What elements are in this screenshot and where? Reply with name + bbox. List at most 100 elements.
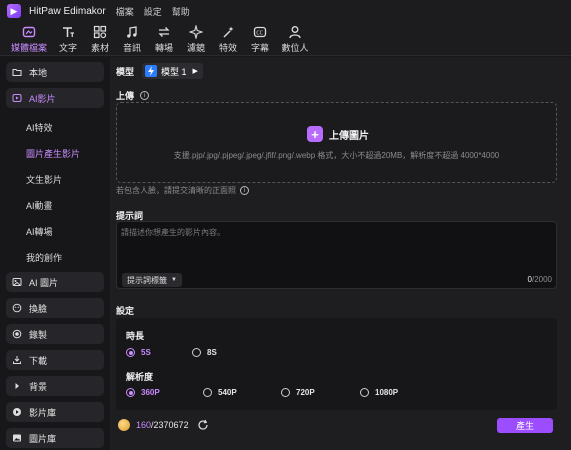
sidebar-sub-ai-animation[interactable]: AI動畫: [6, 192, 104, 218]
sidebar-item-face-swap[interactable]: 換臉: [6, 298, 104, 318]
duration-5s-radio[interactable]: 5S: [126, 348, 151, 357]
bottom-bar: 160/2370672 產生: [110, 415, 571, 435]
tab-label: 媒體檔案: [10, 42, 47, 53]
generate-button[interactable]: 產生: [497, 418, 553, 433]
lightning-icon: [145, 65, 158, 77]
image-icon: [12, 277, 24, 287]
audio-icon: [125, 25, 139, 39]
sidebar-item-local[interactable]: 本地: [6, 62, 104, 82]
upload-label: 上傳: [116, 91, 135, 101]
sidebar: 本地 AI影片 AI特效 圖片產生影片 文生影片 AI動畫 AI轉場 我的創作 …: [0, 57, 108, 450]
settings-panel: 時長 5S 8S 解析度 360P 540P 720P 1080P: [116, 318, 557, 410]
model-selector[interactable]: 模型 1 ▶: [142, 63, 203, 79]
subtitle-icon: CC: [253, 25, 267, 39]
sidebar-sub-ai-effects[interactable]: AI特效: [6, 114, 104, 140]
sidebar-sub-text-to-video[interactable]: 文生影片: [6, 166, 104, 192]
tab-label: 文字: [58, 42, 77, 53]
tab-label: 特效: [218, 42, 237, 53]
filter-icon: [189, 24, 203, 39]
media-icon: [22, 25, 36, 39]
sidebar-sub-my-creations[interactable]: 我的創作: [6, 244, 104, 270]
refresh-icon[interactable]: [197, 419, 209, 431]
main-toolbar: 媒體檔案 文字 素材 音訊 轉場 濾鏡 特效 CC 字幕 數位人: [0, 22, 571, 56]
menu-file[interactable]: 檔案: [116, 5, 134, 18]
sidebar-item-ai-image[interactable]: AI 圖片: [6, 272, 104, 292]
tab-text[interactable]: 文字: [52, 23, 84, 55]
resolution-360p-radio[interactable]: 360P: [126, 388, 160, 397]
sidebar-item-video-library[interactable]: 影片庫: [6, 402, 104, 422]
effects-icon: [221, 25, 235, 39]
sidebar-item-download[interactable]: 下載: [6, 350, 104, 370]
app-title: HitPaw Edimakor: [29, 5, 106, 17]
credits-used: 160: [136, 420, 152, 430]
transition-icon: [157, 25, 171, 39]
upload-image-button[interactable]: + 上傳圖片: [307, 126, 369, 142]
menu-settings[interactable]: 設定: [144, 5, 162, 18]
tab-digital-human[interactable]: 數位人: [276, 23, 314, 55]
resolution-1080p-radio[interactable]: 1080P: [360, 388, 398, 397]
face-note-row: 若包含人臉，請提交清晰的正面照 i: [116, 185, 249, 196]
settings-label: 設定: [116, 306, 135, 316]
coin-icon: [118, 419, 130, 431]
radio-dot-icon: [281, 388, 290, 397]
model-label: 模型: [116, 66, 135, 77]
info-icon[interactable]: i: [240, 186, 249, 195]
sidebar-sub-image-to-video[interactable]: 圖片產生影片: [6, 140, 104, 166]
upload-dropzone[interactable]: + 上傳圖片 支援.pjp/.jpg/.pjpeg/.jpeg/.jfif/.p…: [116, 102, 557, 183]
sidebar-item-label: 影片庫: [29, 407, 57, 418]
app-logo-icon: ▶: [7, 4, 21, 18]
tab-effects[interactable]: 特效: [212, 23, 244, 55]
duration-8s-radio[interactable]: 8S: [192, 348, 217, 357]
tab-audio[interactable]: 音訊: [116, 23, 148, 55]
sidebar-item-record[interactable]: 錄製: [6, 324, 104, 344]
svg-text:CC: CC: [256, 30, 263, 36]
prompt-tag-label: 提示詞標籤: [127, 275, 167, 285]
resolution-540p-radio[interactable]: 540P: [203, 388, 237, 397]
tab-transition[interactable]: 轉場: [148, 23, 180, 55]
sidebar-item-label: AI 圖片: [29, 277, 59, 288]
tab-label: 素材: [90, 42, 109, 53]
info-icon[interactable]: i: [140, 91, 150, 100]
tab-label: 字幕: [250, 42, 269, 53]
sidebar-item-label: 錄製: [29, 329, 48, 340]
radio-label: 540P: [218, 388, 237, 397]
credits-display: 160/2370672: [136, 420, 189, 430]
prompt-textarea[interactable]: 請描述你想產生的影片內容。 提示詞標籤 ▼ 0/2000: [116, 221, 557, 289]
ai-video-icon: [12, 93, 24, 103]
upload-format-hint: 支援.pjp/.jpg/.pjpeg/.jpeg/.jfif/.png/.web…: [173, 151, 500, 160]
radio-label: 360P: [141, 388, 160, 397]
assets-icon: [93, 25, 107, 39]
tab-media[interactable]: 媒體檔案: [6, 23, 52, 55]
sidebar-item-background[interactable]: 背景: [6, 376, 104, 396]
model-row: 模型 模型 1 ▶: [116, 63, 203, 79]
sidebar-item-label: 換臉: [29, 303, 48, 314]
main-panel: 模型 模型 1 ▶ 上傳 i + 上傳圖片 支援.pjp/.jpg/.pjpeg…: [110, 57, 571, 450]
face-note: 若包含人臉，請提交清晰的正面照: [116, 186, 236, 195]
prompt-placeholder: 請描述你想產生的影片內容。: [121, 228, 225, 237]
caret-down-icon: ▼: [171, 277, 177, 283]
tab-filter[interactable]: 濾鏡: [180, 23, 212, 55]
tab-label: 轉場: [154, 42, 173, 53]
sidebar-item-image-library[interactable]: 圖片庫: [6, 428, 104, 448]
resolution-label: 解析度: [126, 372, 154, 382]
tab-label: 濾鏡: [186, 42, 205, 53]
radio-label: 8S: [207, 348, 217, 357]
menu-help[interactable]: 幫助: [172, 5, 190, 18]
caret-right-icon: [12, 381, 24, 391]
duration-label: 時長: [126, 331, 145, 341]
tab-assets[interactable]: 素材: [84, 23, 116, 55]
record-icon: [12, 329, 24, 339]
radio-dot-icon: [360, 388, 369, 397]
tab-subtitle[interactable]: CC 字幕: [244, 23, 276, 55]
upload-button-label: 上傳圖片: [329, 130, 369, 142]
radio-label: 1080P: [375, 388, 399, 397]
text-icon: [61, 25, 75, 39]
sidebar-item-label: 背景: [29, 381, 48, 392]
resolution-720p-radio[interactable]: 720P: [281, 388, 315, 397]
radio-dot-icon: [126, 348, 135, 357]
sidebar-sub-ai-transition[interactable]: AI轉場: [6, 218, 104, 244]
char-counter: 0/2000: [528, 275, 552, 284]
prompt-tag-button[interactable]: 提示詞標籤 ▼: [122, 273, 182, 287]
play-circle-icon: [12, 407, 24, 417]
sidebar-item-ai-video[interactable]: AI影片: [6, 88, 104, 108]
